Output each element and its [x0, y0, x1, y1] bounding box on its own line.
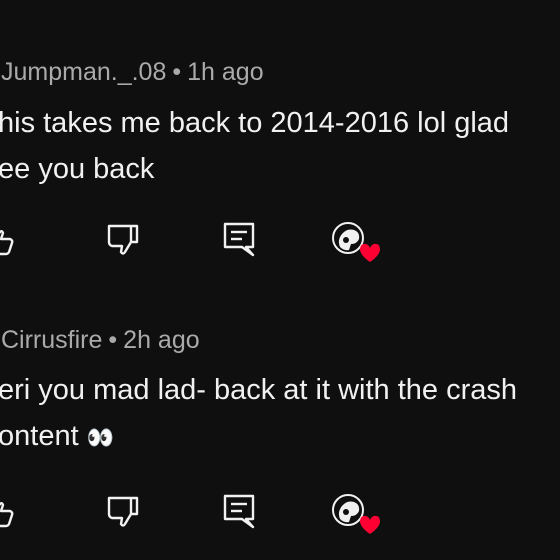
- eyes-emoji: 👀: [86, 426, 114, 451]
- comment-line-text: ontent: [0, 420, 79, 452]
- meta-separator: •: [108, 326, 118, 354]
- comment-actions: [0, 220, 560, 262]
- comment-line: ontent 👀: [0, 413, 560, 462]
- comments-viewport: Jumpman._.08 • 1h ago his takes me back to…: [0, 0, 560, 560]
- creator-heart-icon: [330, 220, 382, 262]
- comment-thread: Jumpman._.08 • 1h ago his takes me back to…: [0, 0, 560, 270]
- comment-actions: [0, 492, 560, 534]
- meta-separator: •: [172, 58, 182, 86]
- comment-line: ee you back: [0, 153, 155, 185]
- comment-body: eri you mad lad- back at it with the cra…: [0, 367, 560, 462]
- comment-thread: Cirrusfire • 2h ago eri you mad lad- back …: [0, 270, 560, 540]
- thumbs-down-icon[interactable]: [106, 492, 140, 532]
- thumbs-up-icon[interactable]: [0, 492, 16, 532]
- thumbs-down-icon[interactable]: [106, 220, 140, 260]
- comment-body: his takes me back to 2014-2016 lol glad …: [0, 100, 560, 192]
- comment-author[interactable]: Jumpman._.08: [1, 58, 166, 86]
- creator-heart-icon: [330, 492, 382, 534]
- comment-meta: Jumpman._.08 • 1h ago: [1, 55, 264, 89]
- reply-comment-icon[interactable]: [222, 220, 256, 260]
- comment-meta: Cirrusfire • 2h ago: [1, 323, 200, 357]
- comment-line: eri you mad lad- back at it with the cra…: [0, 374, 518, 406]
- comment-timestamp[interactable]: 2h ago: [123, 326, 199, 354]
- thumbs-up-icon[interactable]: [0, 220, 16, 260]
- comment-line: his takes me back to 2014-2016 lol glad: [0, 107, 510, 139]
- comment-timestamp[interactable]: 1h ago: [187, 58, 263, 86]
- comment-author[interactable]: Cirrusfire: [1, 326, 102, 354]
- reply-comment-icon[interactable]: [222, 492, 256, 532]
